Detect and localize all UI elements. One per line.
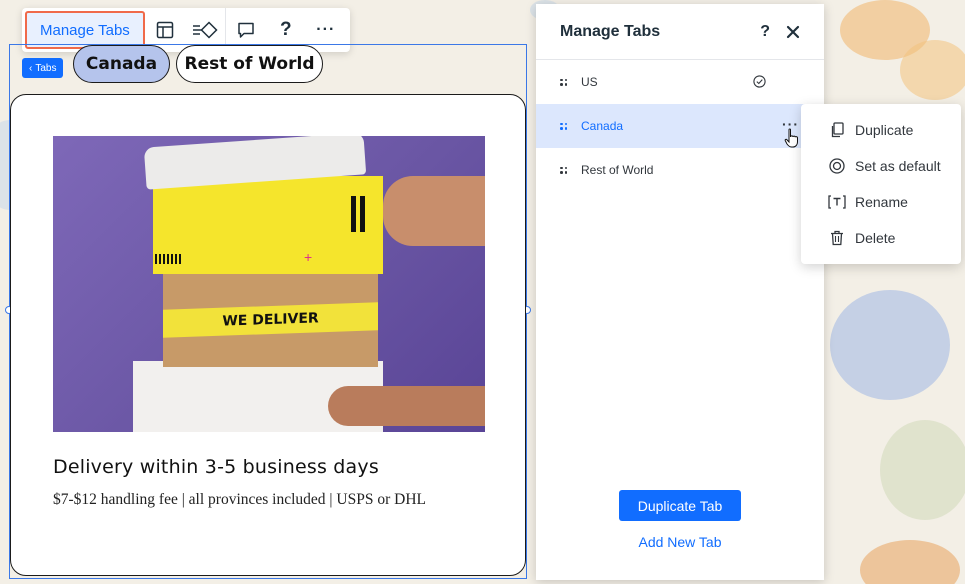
card-title: Delivery within 3-5 business days [53, 456, 379, 478]
tab-context-menu: Duplicate Set as default Rename Delete [801, 104, 961, 264]
menu-item-label: Duplicate [855, 122, 914, 138]
tab-content-card: WE DELIVER + Delivery within 3-5 busines… [10, 94, 526, 576]
tab-pill-rest-of-world[interactable]: Rest of World [176, 45, 323, 83]
tabs-tag-label: Tabs [35, 62, 57, 74]
help-icon: ? [279, 19, 292, 40]
packages-image: WE DELIVER + [53, 136, 485, 432]
comment-icon [238, 22, 254, 38]
close-icon [786, 25, 800, 38]
target-icon [828, 157, 846, 175]
hand-cursor-icon [784, 128, 798, 148]
default-check-icon [753, 75, 766, 88]
menu-item-label: Delete [855, 230, 896, 246]
panel-title: Manage Tabs [560, 22, 661, 40]
panel-tab-label: Canada [581, 119, 624, 133]
animation-icon [192, 21, 218, 39]
drag-handle-icon[interactable] [560, 165, 568, 175]
chevron-left-icon: ‹ [29, 62, 33, 74]
add-new-tab-button[interactable]: Add New Tab [619, 534, 741, 550]
tab-pill-canada[interactable]: Canada [73, 45, 170, 83]
tabs-element-tag[interactable]: ‹ Tabs [22, 58, 64, 78]
duplicate-icon [828, 121, 846, 139]
panel-tab-row-canada[interactable]: Canada ··· [536, 104, 824, 148]
drag-handle-icon[interactable] [560, 77, 568, 87]
drag-handle-icon[interactable] [560, 121, 568, 131]
menu-item-delete[interactable]: Delete [801, 220, 961, 256]
panel-header: Manage Tabs ? [536, 4, 824, 60]
menu-item-set-default[interactable]: Set as default [801, 148, 961, 184]
menu-item-duplicate[interactable]: Duplicate [801, 112, 961, 148]
duplicate-tab-button[interactable]: Duplicate Tab [619, 490, 741, 521]
manage-tabs-panel: Manage Tabs ? US Canada ··· Rest of Worl… [536, 4, 824, 580]
panel-tab-row-rest-of-world[interactable]: Rest of World [536, 148, 824, 192]
rename-icon [828, 193, 846, 211]
panel-close-button[interactable] [786, 25, 800, 39]
layout-icon [156, 21, 174, 39]
tape-text: WE DELIVER [222, 310, 319, 330]
trash-icon [828, 229, 846, 247]
more-icon: ··· [316, 21, 336, 38]
crosshair-icon: + [304, 249, 313, 265]
panel-tab-row-us[interactable]: US [536, 60, 824, 104]
panel-tab-label: Rest of World [581, 163, 654, 177]
panel-tab-label: US [581, 75, 598, 89]
menu-item-label: Rename [855, 194, 908, 210]
menu-item-rename[interactable]: Rename [801, 184, 961, 220]
menu-item-label: Set as default [855, 158, 941, 174]
card-subtitle: $7-$12 handling fee | all provinces incl… [53, 491, 426, 508]
panel-help-button[interactable]: ? [760, 23, 770, 41]
